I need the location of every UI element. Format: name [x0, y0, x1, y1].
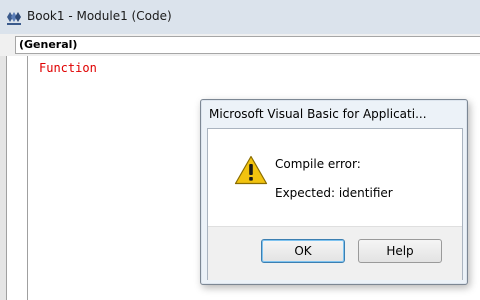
- code-window-titlebar[interactable]: Book1 - Module1 (Code): [0, 0, 480, 35]
- help-button[interactable]: Help: [358, 239, 442, 263]
- dialog-button-bar: OK Help: [208, 226, 462, 280]
- object-dropdown-value: (General): [19, 38, 78, 51]
- warning-icon: [234, 155, 268, 185]
- dialog-body: Compile error: Expected: identifier OK H…: [207, 128, 463, 280]
- dialog-title: Microsoft Visual Basic for Applicati...: [209, 107, 427, 121]
- object-dropdown[interactable]: (General): [15, 36, 480, 54]
- margin-indicator-bar[interactable]: [6, 56, 28, 300]
- error-detail: Expected: identifier: [275, 186, 393, 200]
- procedure-toolbar: (General): [0, 34, 480, 56]
- code-window-title: Book1 - Module1 (Code): [27, 9, 172, 23]
- ok-button[interactable]: OK: [261, 239, 345, 263]
- compile-error-dialog: Microsoft Visual Basic for Applicati... …: [200, 99, 468, 285]
- vba-module-icon: [7, 12, 21, 25]
- dialog-titlebar[interactable]: Microsoft Visual Basic for Applicati...: [201, 100, 467, 128]
- code-line[interactable]: Function: [39, 61, 97, 75]
- error-heading: Compile error:: [275, 157, 361, 171]
